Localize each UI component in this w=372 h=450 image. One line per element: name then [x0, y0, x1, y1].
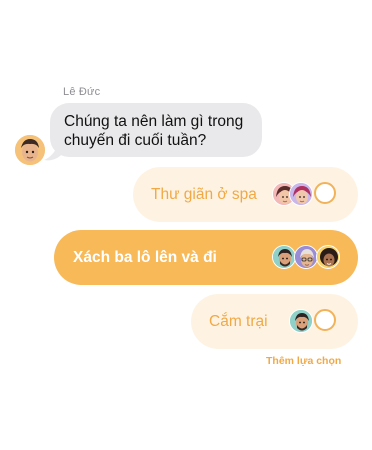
option-label: Cắm trại [209, 312, 268, 330]
poll-option-camping[interactable]: Cắm trại [191, 294, 358, 349]
memoji-woman-purple-icon [289, 182, 313, 206]
question-line-1: Chúng ta nên làm gì trong [64, 113, 244, 130]
sender-avatar[interactable] [15, 135, 45, 165]
add-option-link[interactable]: Thêm lựa chọn [266, 355, 341, 367]
option-label: Xách ba lô lên và đi [73, 248, 217, 266]
poll-option-spa[interactable]: Thư giãn ở spa [133, 167, 358, 222]
option-label: Thư giãn ở spa [151, 185, 257, 203]
question-bubble[interactable]: Chúng ta nên làm gì trong chuyến đi cuối… [50, 103, 262, 157]
vote-checkbox[interactable] [314, 182, 336, 204]
question-line-2: chuyến đi cuối tuần? [64, 132, 207, 149]
sender-name: Lê Đức [63, 86, 101, 98]
memoji-man-icon [15, 135, 45, 165]
memoji-woman-curly-icon [316, 245, 340, 269]
memoji-man-beard-icon [289, 309, 313, 333]
memoji-man-beard-icon [272, 245, 296, 269]
memoji-man-glasses-icon [294, 245, 318, 269]
poll-option-backpack[interactable]: Xách ba lô lên và đi [54, 230, 358, 285]
vote-checkbox[interactable] [314, 309, 336, 331]
